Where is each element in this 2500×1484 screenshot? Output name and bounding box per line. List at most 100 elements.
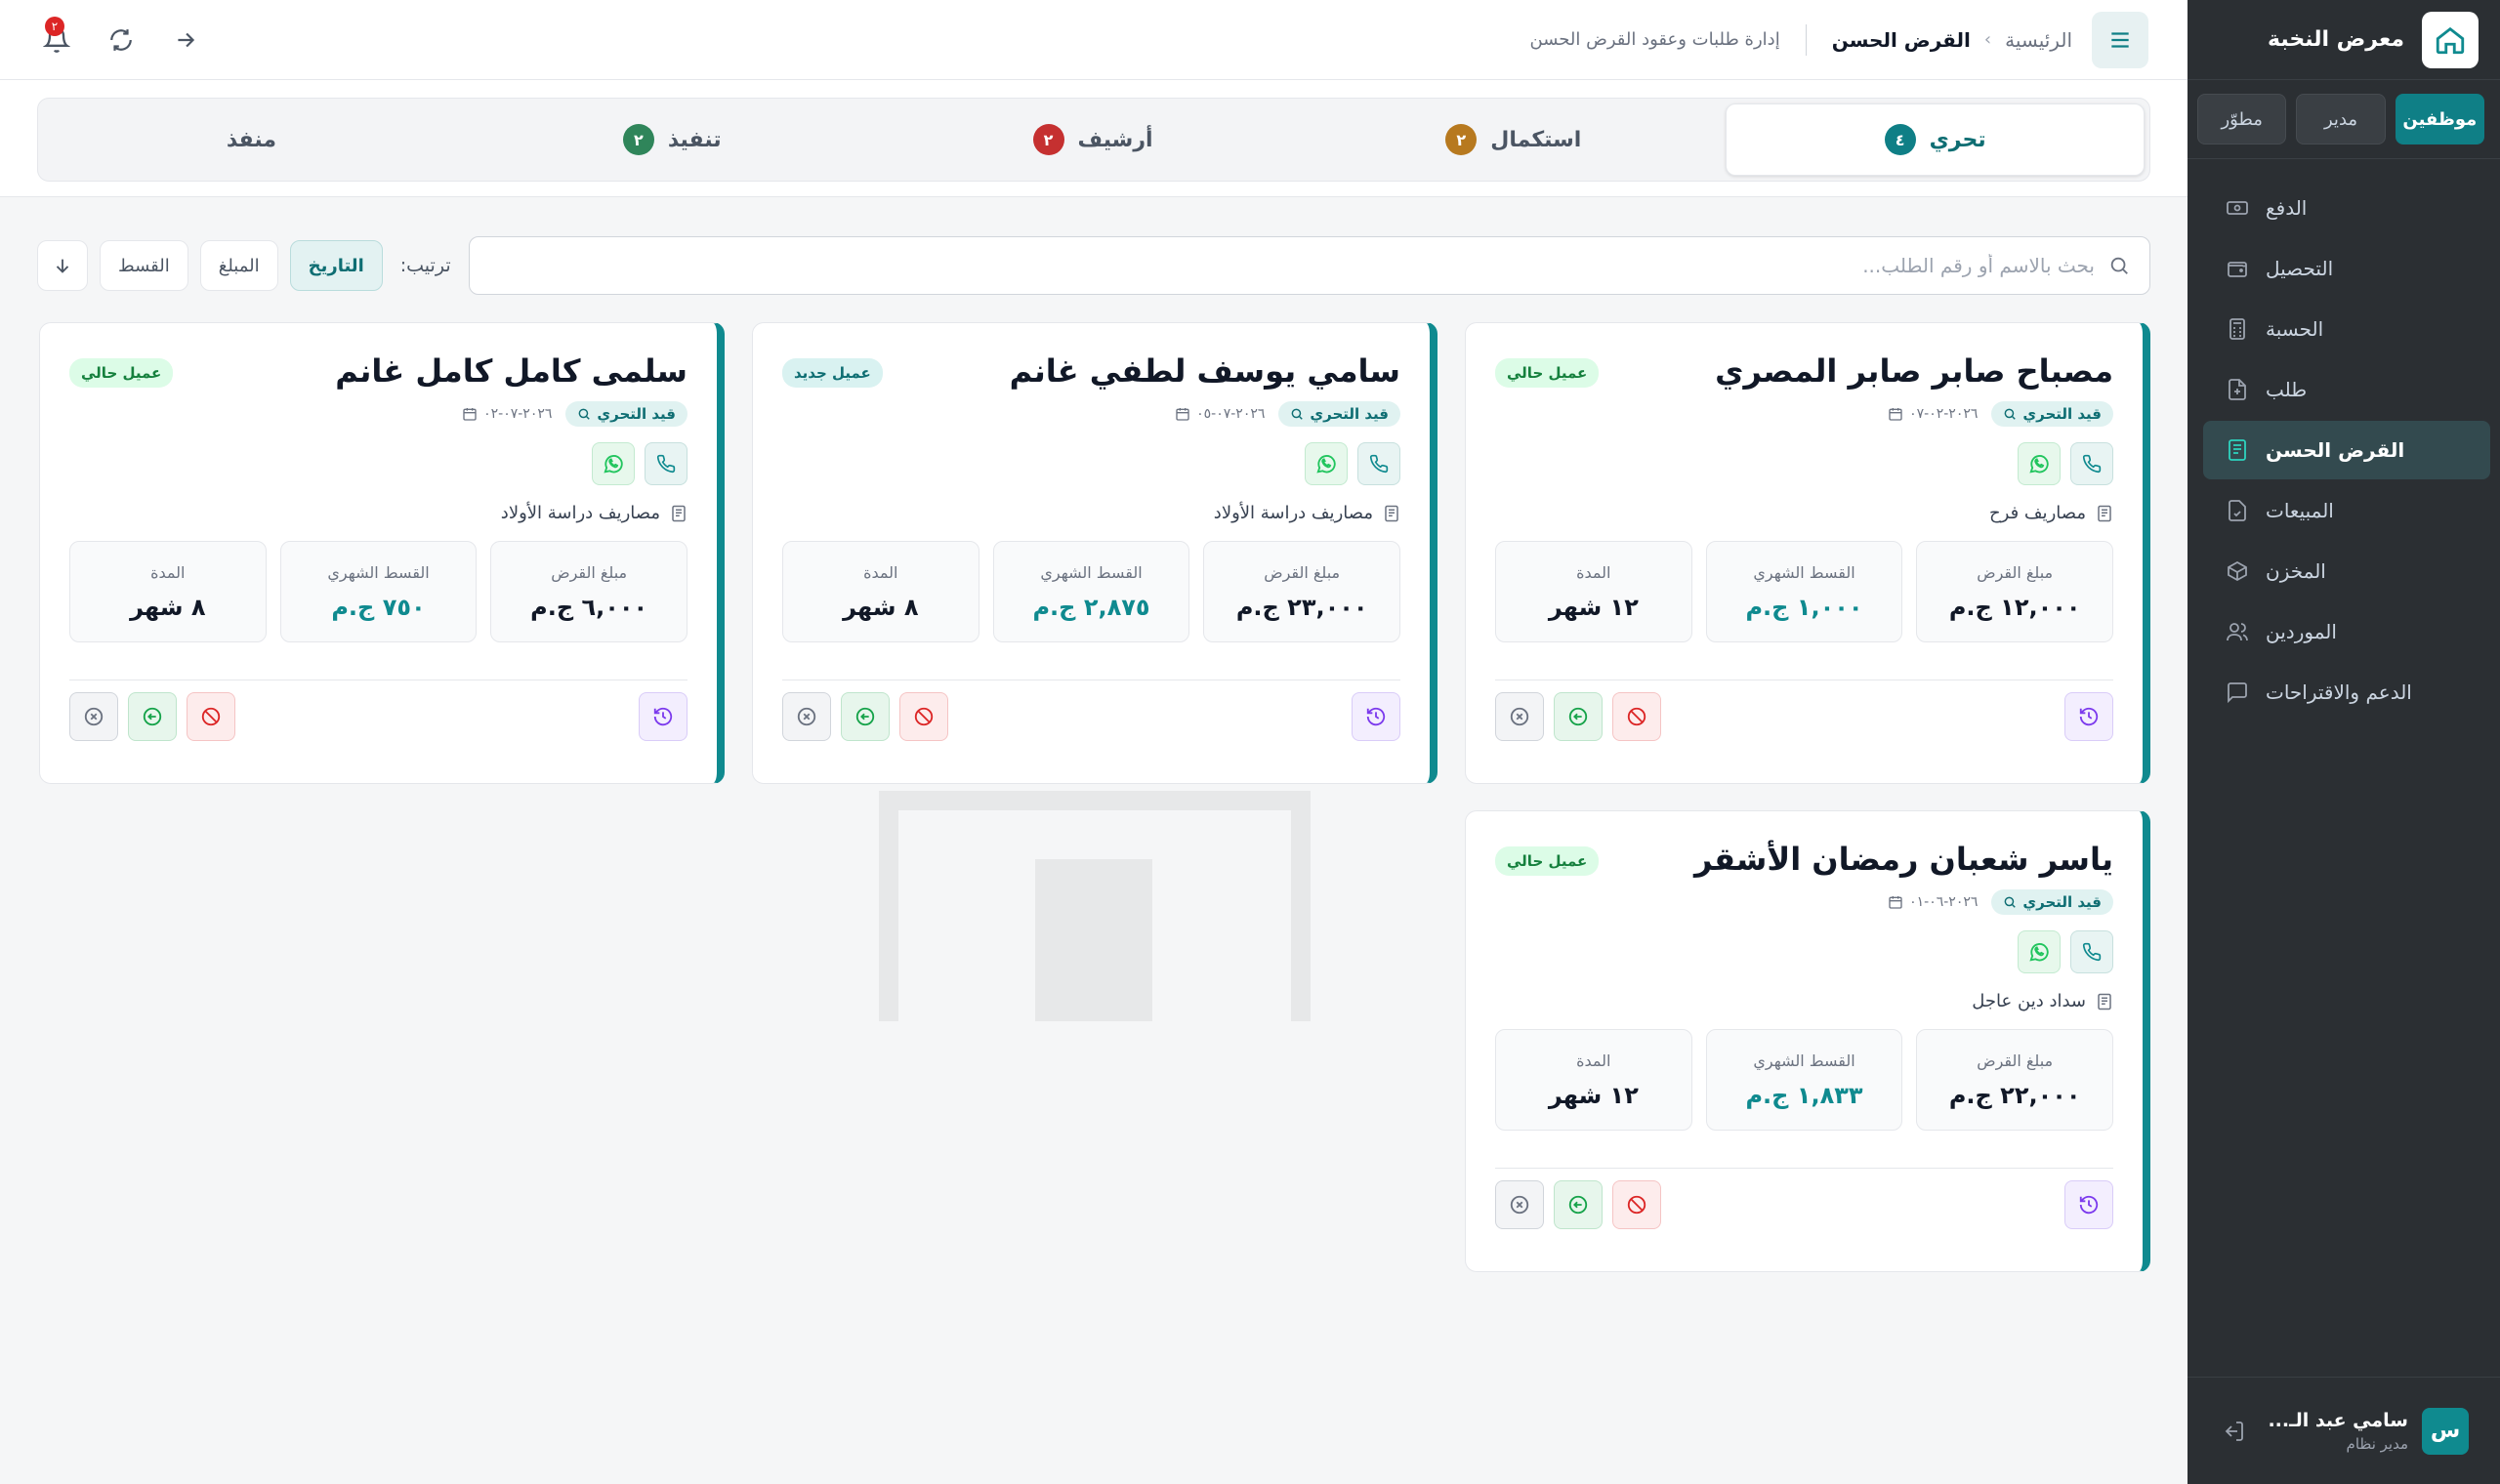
call-button[interactable]: [645, 442, 688, 485]
document-icon: [672, 505, 686, 521]
status-label: قيد التحري: [1310, 405, 1389, 423]
stat-duration: المدة ٨ شهر: [68, 541, 267, 642]
call-button[interactable]: [1357, 442, 1400, 485]
sidebar-item-label: الدعم والاقتراحات: [2266, 680, 2412, 704]
move-stage-button[interactable]: [1554, 1180, 1603, 1229]
user-name: سامي عبد الـ...: [2268, 1409, 2408, 1431]
search-input[interactable]: [488, 254, 2095, 277]
search-icon: [578, 408, 591, 420]
date-value: ٢٠٢٦-٠٦-٠١: [1909, 894, 1979, 910]
whatsapp-button[interactable]: [1305, 442, 1348, 485]
notifications-bell-icon[interactable]: ٢: [39, 16, 74, 58]
reject-button[interactable]: [899, 692, 948, 741]
refresh-icon[interactable]: [104, 22, 139, 58]
cancel-button[interactable]: [1495, 692, 1544, 741]
breadcrumb-home[interactable]: الرئيسية: [2005, 28, 2072, 52]
sort-by-amount-button[interactable]: المبلغ: [199, 240, 278, 291]
sidebar-item-suppliers[interactable]: الموردين: [2203, 602, 2490, 661]
move-stage-button[interactable]: [1554, 692, 1603, 741]
duration-value: ٨ شهر: [843, 593, 919, 621]
status-badge: قيد التحري: [1991, 401, 2113, 427]
sidebar-item-calculation[interactable]: الحسبة: [2203, 300, 2490, 358]
sort-by-installment-button[interactable]: القسط: [100, 240, 188, 291]
arrow-circle-left-icon: [1568, 1195, 1588, 1215]
tab-execution[interactable]: تنفيذ ٢: [464, 103, 881, 176]
search-box[interactable]: [468, 236, 2150, 295]
tab-completion[interactable]: استكمال ٢: [1305, 103, 1722, 176]
logout-icon[interactable]: [2219, 1417, 2248, 1446]
sidebar-item-qard-hasan[interactable]: القرض الحسن: [2203, 421, 2490, 479]
role-tab-developer[interactable]: مطوّر: [2197, 94, 2287, 144]
back-arrow-icon[interactable]: [168, 22, 203, 58]
loan-card[interactable]: ياسر شعبان رمضان الأشقر قيد التحري ٢٠٢٦-…: [1465, 810, 2150, 1272]
ban-icon: [1627, 1195, 1646, 1215]
loan-purpose: مصاريف دراسة الأولاد: [69, 503, 688, 523]
card-header: سلمى كامل كامل غانم قيد التحري ٢٠٢٦-٠٧-٠…: [69, 352, 688, 427]
sidebar-item-collection[interactable]: التحصيل: [2203, 239, 2490, 298]
sidebar-item-warehouse[interactable]: المخزن: [2203, 542, 2490, 600]
avatar[interactable]: س: [2422, 1407, 2469, 1455]
user-role: مدير نظام: [2346, 1434, 2408, 1453]
card-meta: قيد التحري ٢٠٢٦-٠٢-٠٧: [1715, 401, 2113, 427]
sidebar-item-label: طلب: [2266, 378, 2308, 401]
role-tab-manager[interactable]: مدير: [2296, 94, 2386, 144]
call-button[interactable]: [2070, 930, 2113, 973]
loan-card[interactable]: سلمى كامل كامل غانم قيد التحري ٢٠٢٦-٠٧-٠…: [39, 322, 725, 784]
reject-button[interactable]: [187, 692, 235, 741]
arrow-down-icon: [56, 259, 69, 273]
history-button[interactable]: [2064, 1180, 2113, 1229]
tab-executed[interactable]: منفذ: [43, 103, 460, 176]
role-tab-staff[interactable]: موظفين: [2395, 94, 2484, 144]
card-divider: [1495, 1168, 2113, 1169]
sidebar-item-support[interactable]: الدعم والاقتراحات: [2203, 663, 2490, 721]
cancel-button[interactable]: [1495, 1180, 1544, 1229]
tab-label: تحري: [1929, 127, 1986, 152]
status-label: قيد التحري: [2022, 405, 2102, 423]
reject-button[interactable]: [1612, 1180, 1661, 1229]
history-button[interactable]: [2064, 692, 2113, 741]
purpose-text: مصاريف دراسة الأولاد: [500, 503, 660, 523]
call-button[interactable]: [2070, 442, 2113, 485]
contact-buttons: [782, 442, 1400, 485]
move-stage-button[interactable]: [128, 692, 177, 741]
stat-installment: القسط الشهري ٧٥٠ ج.م: [279, 541, 478, 642]
notification-badge: ٢: [45, 16, 64, 36]
close-circle-icon: [1510, 1195, 1529, 1215]
stat-label: مبلغ القرض: [1977, 562, 2054, 582]
loan-stats: مبلغ القرض ١٢,٠٠٠ ج.م القسط الشهري ١,٠٠٠…: [1494, 541, 2113, 642]
loan-card[interactable]: مصباح صابر صابر المصري قيد التحري ٢٠٢٦-٠…: [1465, 322, 2150, 784]
history-button[interactable]: [1352, 692, 1400, 741]
sort-direction-button[interactable]: [37, 240, 88, 291]
sidebar-item-sales[interactable]: المبيعات: [2203, 481, 2490, 540]
sort-by-date-button[interactable]: التاريخ: [289, 240, 383, 291]
tab-archive[interactable]: أرشيف ٢: [885, 103, 1302, 176]
cancel-button[interactable]: [69, 692, 118, 741]
tab-count-badge: ٢: [622, 124, 654, 155]
cancel-button[interactable]: [782, 692, 831, 741]
status-label: قيد التحري: [2022, 893, 2102, 911]
card-meta: قيد التحري ٢٠٢٦-٠٧-٠٢: [335, 401, 688, 427]
card-meta: قيد التحري ٢٠٢٦-٠٧-٠٥: [1010, 401, 1400, 427]
header-actions: ٢: [39, 16, 203, 58]
loan-purpose: مصاريف فرح: [1495, 503, 2113, 523]
reject-button[interactable]: [1612, 692, 1661, 741]
whatsapp-button[interactable]: [2018, 442, 2061, 485]
sidebar-item-payment[interactable]: الدفع: [2203, 179, 2490, 237]
loan-card[interactable]: سامي يوسف لطفي غانم قيد التحري ٢٠٢٦-٠٧-٠…: [752, 322, 1438, 784]
card-meta: قيد التحري ٢٠٢٦-٠٦-٠١: [1694, 889, 2113, 915]
menu-toggle-button[interactable]: [2092, 11, 2148, 68]
cash-icon: [2225, 195, 2250, 221]
tab-investigation[interactable]: تحري ٤: [1726, 103, 2145, 176]
sidebar-item-request[interactable]: طلب: [2203, 360, 2490, 419]
card-actions: [1495, 1180, 2113, 1229]
history-button[interactable]: [639, 692, 688, 741]
loan-purpose: مصاريف دراسة الأولاد: [782, 503, 1400, 523]
whatsapp-button[interactable]: [2018, 930, 2061, 973]
request-date: ٢٠٢٦-٠٧-٠٢: [462, 406, 552, 422]
document-icon: [2098, 993, 2111, 1010]
stat-installment: القسط الشهري ٢,٨٧٥ ج.م: [992, 541, 1190, 642]
request-date: ٢٠٢٦-٠٧-٠٥: [1175, 406, 1265, 422]
move-stage-button[interactable]: [841, 692, 890, 741]
sidebar-item-label: الموردين: [2266, 620, 2337, 643]
whatsapp-button[interactable]: [592, 442, 635, 485]
